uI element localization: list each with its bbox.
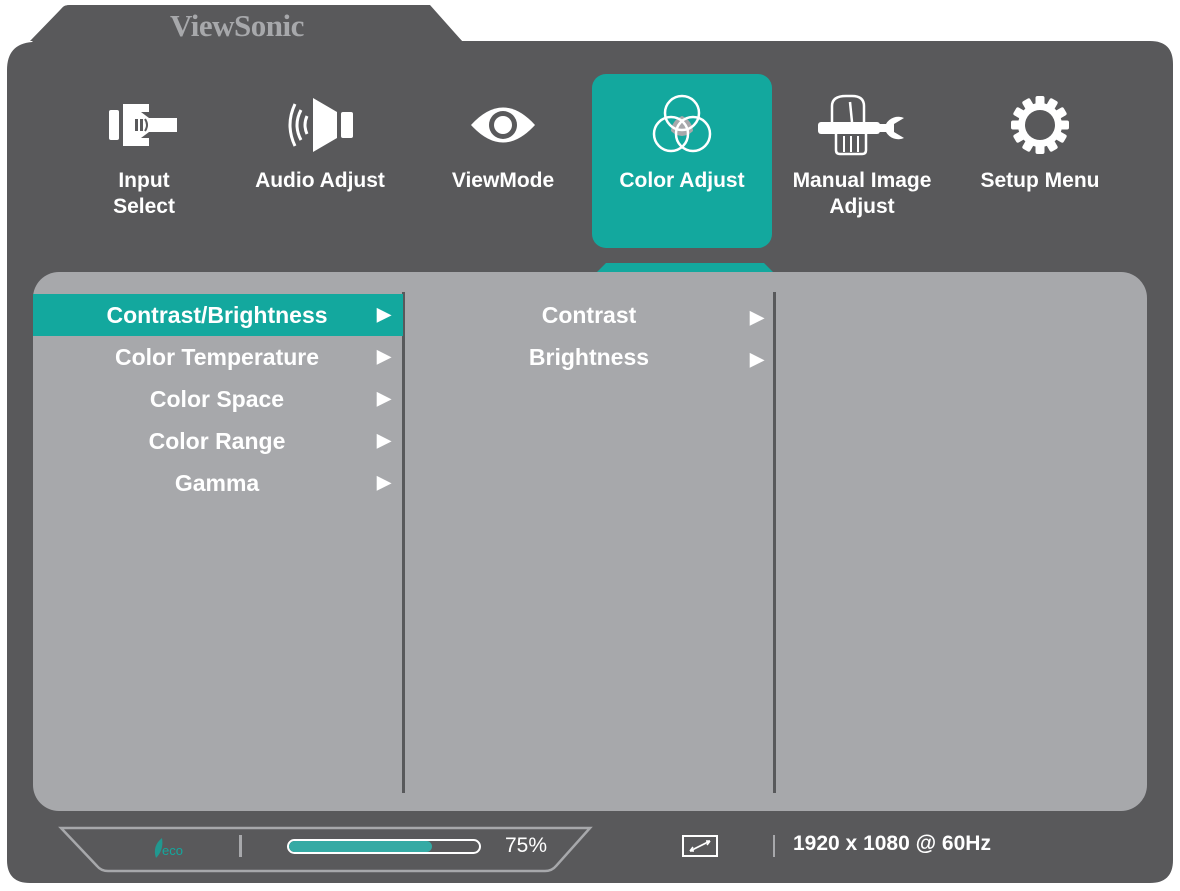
submenu-item-label: Brightness [528,344,650,370]
chevron-right-icon: ▶ [377,304,391,324]
chevron-right-icon: ▶ [750,349,764,369]
menu-item-color-range[interactable]: Color Range ▶ [33,420,403,462]
tab-label: Manual Image Adjust [792,169,932,218]
tab-manual-image-adjust[interactable]: Manual Image Adjust [772,74,952,248]
menu-item-label: Contrast/Brightness [106,301,328,328]
tab-color-adjust[interactable]: Color Adjust [592,74,772,248]
resolution-readout: 1920 x 1080 @ 60Hz [793,832,991,855]
menu-item-color-temperature[interactable]: Color Temperature ▶ [33,336,403,378]
menu-item-color-space[interactable]: Color Space ▶ [33,378,403,420]
submenu-item-brightness[interactable]: Brightness ▶ [406,336,774,378]
tab-label: Input Select [113,169,175,218]
menu-item-label: Color Temperature [114,343,320,370]
chevron-right-icon: ▶ [377,388,391,408]
tab-label: Color Adjust [619,169,745,192]
tab-audio-adjust[interactable]: Audio Adjust [230,74,410,248]
eco-label: eco [162,843,183,858]
aspect-ratio-icon [682,835,718,857]
chevron-right-icon: ▶ [750,307,764,327]
brand-logo: ViewSonic [170,8,304,43]
menu-item-label: Gamma [174,469,260,496]
tab-setup-menu[interactable]: Setup Menu [950,74,1130,248]
brightness-progress-bar [287,839,481,854]
chevron-right-icon: ▶ [377,472,391,492]
progress-fill [289,841,432,852]
tab-viewmode[interactable]: ViewMode [413,74,593,248]
chevron-right-icon: ▶ [377,430,391,450]
menu-item-label: Color Range [148,427,286,454]
status-separator [773,835,775,857]
submenu-item-label: Contrast [541,302,637,328]
hand-wrench-icon [818,94,906,156]
eye-icon [470,94,536,156]
speaker-icon [285,94,355,156]
menu-item-contrast-brightness[interactable]: Contrast/Brightness ▶ [33,294,403,336]
chevron-right-icon: ▶ [377,346,391,366]
color-circles-icon [651,94,713,156]
status-separator [239,835,242,857]
tab-label: Audio Adjust [255,169,385,192]
input-connector-icon [109,94,179,156]
menu-item-gamma[interactable]: Gamma ▶ [33,462,403,504]
submenu-item-contrast[interactable]: Contrast ▶ [406,294,774,336]
tab-label: ViewMode [451,169,555,192]
progress-percent: 75% [505,834,548,857]
tab-input-select[interactable]: Input Select [54,74,234,248]
gear-icon [1009,94,1071,156]
tab-label: Setup Menu [980,169,1100,192]
menu-item-label: Color Space [149,385,285,412]
